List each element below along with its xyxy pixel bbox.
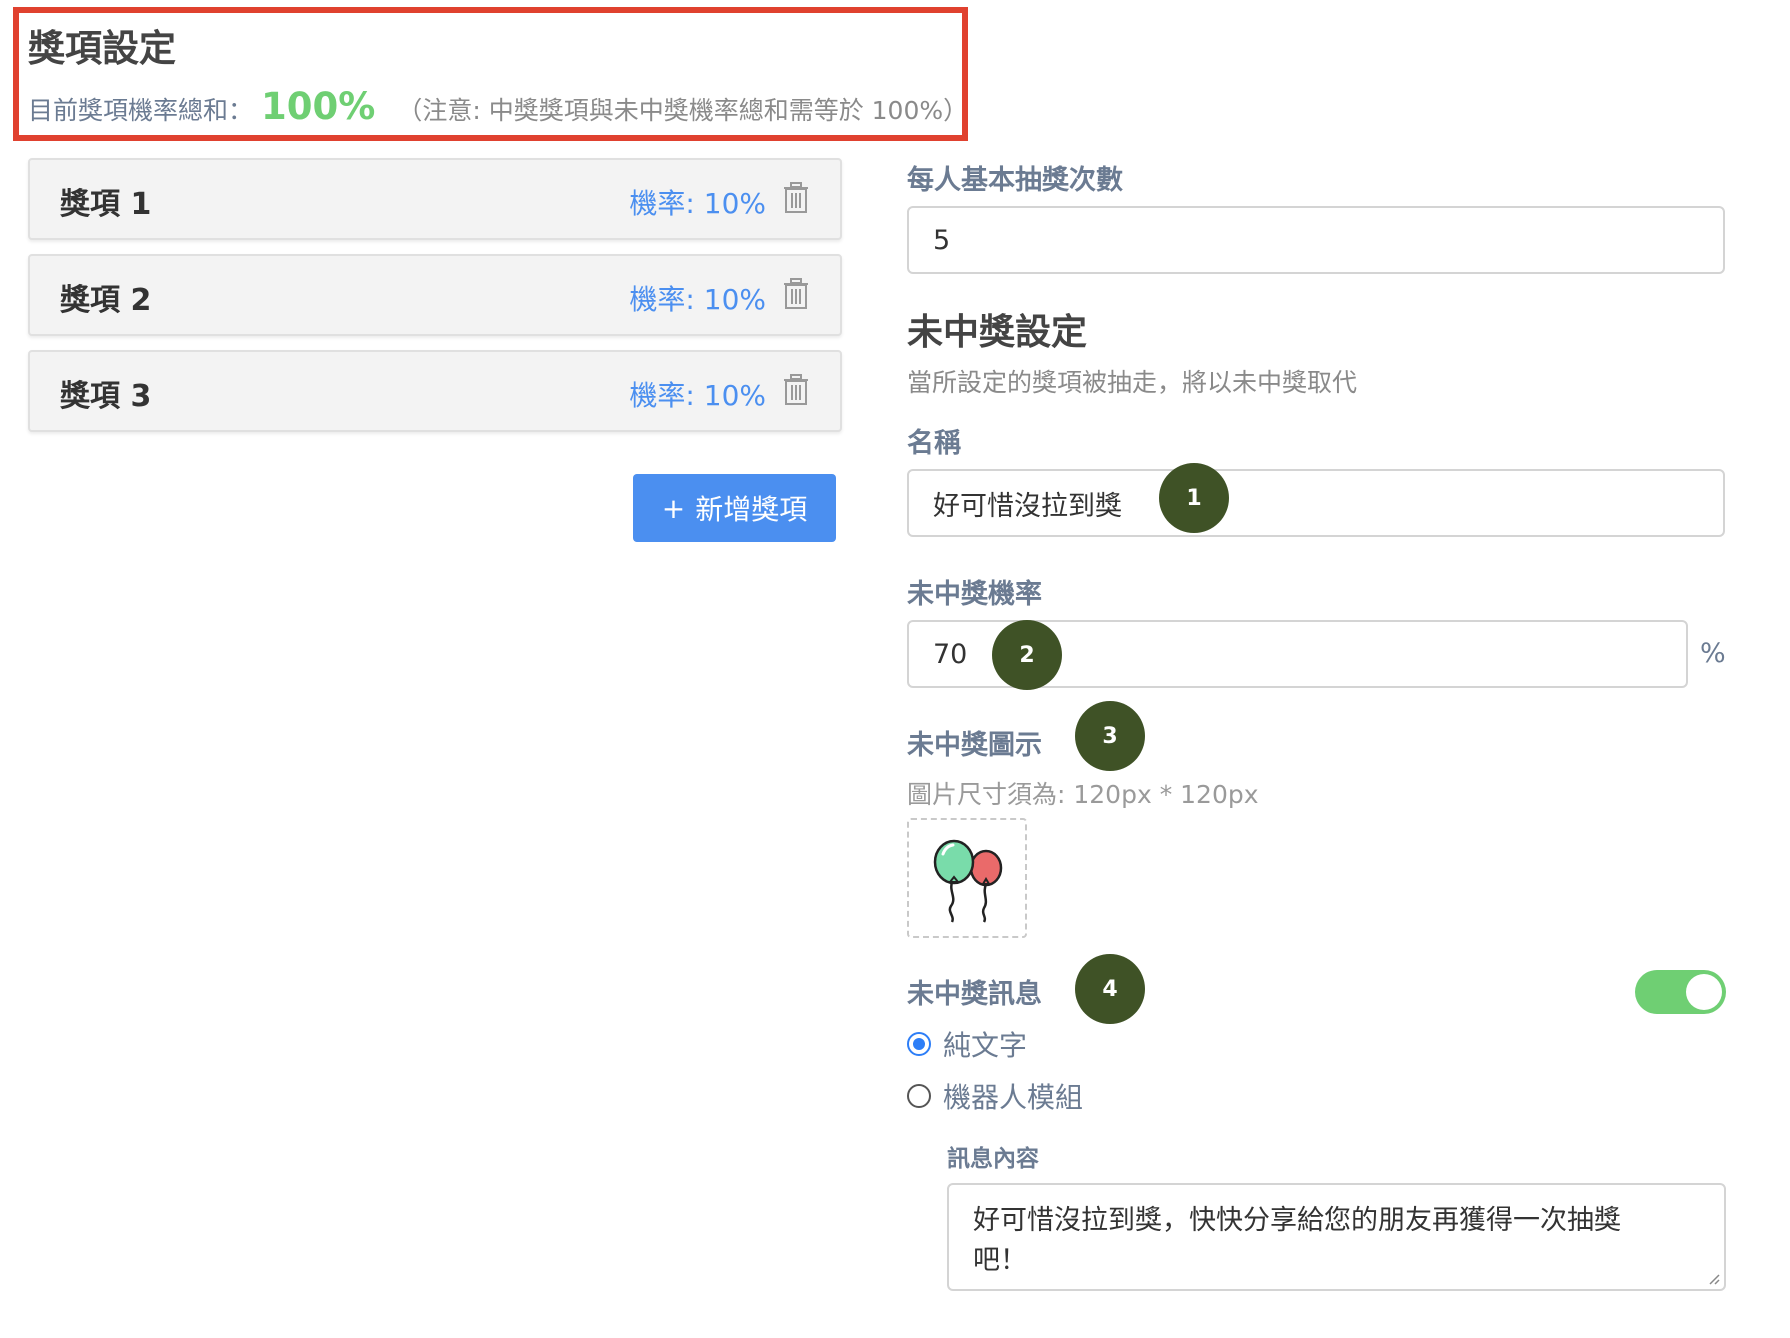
option-bot-module[interactable]: 機器人模組 [907, 1076, 1083, 1116]
draws-value: 5 [933, 224, 951, 256]
add-prize-label: 新增獎項 [695, 493, 808, 526]
content-line: 好可惜沒拉到獎，快快分享給您的朋友再獲得一次抽獎 [973, 1205, 1621, 1236]
radio-unchecked[interactable] [907, 1084, 931, 1108]
annotation-badge-1: 1 [1159, 463, 1229, 533]
prize-card[interactable]: 獎項 3 機率: 10% [28, 350, 842, 432]
content-line: 吧！ [973, 1245, 1027, 1276]
icon-hint: 圖片尺寸須為: 120px * 120px [907, 780, 1259, 809]
annotation-badge-4: 4 [1075, 954, 1145, 1024]
sum-value: 100% [261, 85, 376, 128]
prize-rate: 機率: 10% [629, 187, 766, 220]
radio-checked[interactable] [907, 1032, 931, 1056]
icon-label: 未中獎圖示 [907, 730, 1042, 761]
prize-rate: 機率: 10% [629, 379, 766, 412]
section-title: 獎項設定 [28, 27, 176, 70]
annotation-badge-3: 3 [1075, 701, 1145, 771]
rate-unit: % [1700, 638, 1726, 669]
option-label: 機器人模組 [943, 1081, 1084, 1114]
balloons-icon [933, 839, 1003, 923]
prize-card[interactable]: 獎項 1 機率: 10% [28, 158, 842, 240]
annotation-badge-2: 2 [992, 620, 1062, 690]
name-value: 好可惜沒拉到獎 [933, 490, 1122, 522]
add-prize-button[interactable]: + 新增獎項 [633, 474, 836, 542]
message-content-textarea[interactable]: 好可惜沒拉到獎，快快分享給您的朋友再獲得一次抽獎 吧！ [947, 1183, 1726, 1291]
message-label: 未中獎訊息 [907, 979, 1042, 1010]
prize-card[interactable]: 獎項 2 機率: 10% [28, 254, 842, 336]
trash-icon[interactable] [782, 182, 810, 214]
prize-name: 獎項 2 [60, 283, 152, 318]
option-label: 純文字 [943, 1029, 1028, 1062]
prize-name: 獎項 3 [60, 379, 152, 414]
name-input[interactable]: 好可惜沒拉到獎 [907, 469, 1725, 537]
prize-name: 獎項 1 [60, 187, 152, 222]
probability-sum: 目前獎項機率總和： 100% （注意: 中獎獎項與未中獎機率總和需等於 100%… [28, 85, 968, 128]
draws-label: 每人基本抽獎次數 [907, 165, 1123, 196]
resize-handle-icon[interactable] [1708, 1273, 1720, 1285]
icon-upload-box[interactable] [907, 818, 1027, 938]
no-prize-title: 未中獎設定 [907, 312, 1088, 353]
trash-icon[interactable] [782, 374, 810, 406]
message-toggle[interactable] [1635, 970, 1726, 1014]
draws-input[interactable]: 5 [907, 206, 1725, 274]
no-prize-description: 當所設定的獎項被抽走，將以未中獎取代 [907, 368, 1358, 397]
sum-label: 目前獎項機率總和： [28, 96, 254, 125]
rate-label: 未中獎機率 [907, 579, 1042, 610]
name-label: 名稱 [907, 428, 961, 459]
option-plain-text[interactable]: 純文字 [907, 1024, 1027, 1064]
content-label: 訊息內容 [947, 1146, 1039, 1172]
plus-icon: + [661, 491, 686, 525]
trash-icon[interactable] [782, 278, 810, 310]
sum-note: （注意: 中獎獎項與未中獎機率總和需等於 100%） [397, 96, 969, 125]
toggle-knob [1686, 974, 1722, 1010]
rate-value: 70 [933, 638, 968, 670]
prize-rate: 機率: 10% [629, 283, 766, 316]
